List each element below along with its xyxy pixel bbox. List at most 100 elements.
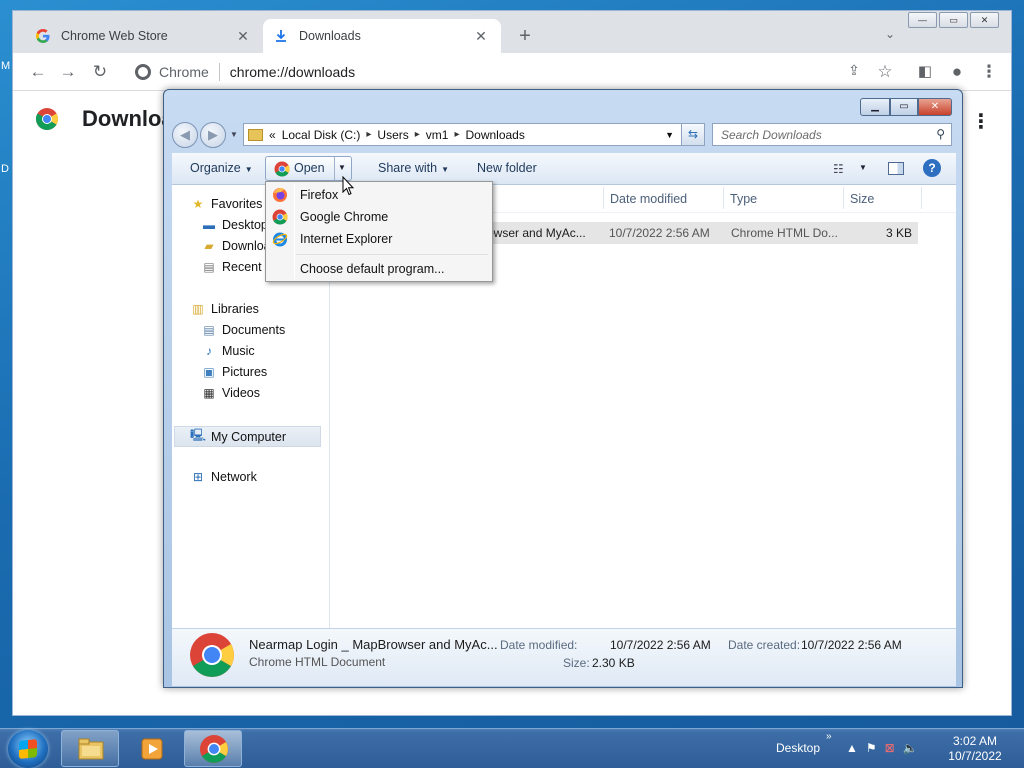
page-menu-icon[interactable]: ⋮ — [971, 109, 991, 134]
nav-desktop[interactable]: ▬ Desktop — [201, 218, 268, 232]
forward-arrow-icon[interactable]: ▶ — [200, 122, 226, 148]
media-player-icon — [141, 738, 163, 760]
minimize-button[interactable]: ▁ — [860, 98, 890, 116]
details-date-created: 10/7/2022 2:56 AM — [801, 638, 902, 652]
new-folder-button[interactable]: New folder — [477, 161, 537, 175]
show-hidden-icons-icon[interactable]: ▲ — [846, 741, 858, 755]
new-folder-label: New folder — [477, 161, 537, 175]
split-divider — [334, 157, 335, 180]
action-center-flag-icon[interactable]: ⚑ — [866, 741, 877, 755]
minimize-button[interactable]: — — [908, 12, 937, 28]
view-dropdown-icon[interactable]: ▼ — [859, 163, 867, 172]
column-divider[interactable] — [843, 187, 844, 209]
breadcrumb-local-disk[interactable]: Local Disk (C:) — [282, 128, 361, 142]
menu-item-choose-default-program[interactable]: Choose default program... — [269, 258, 489, 280]
start-button[interactable] — [8, 730, 48, 768]
column-divider[interactable] — [603, 187, 604, 209]
column-size[interactable]: Size — [850, 192, 874, 206]
chrome-menu-icon[interactable]: ⋮ — [978, 62, 1000, 82]
reload-icon[interactable]: ↻ — [89, 62, 111, 82]
nav-label: Favorites — [211, 197, 263, 211]
breadcrumb-downloads[interactable]: Downloads — [465, 128, 524, 142]
preview-pane-icon[interactable] — [888, 162, 904, 175]
chrome-page-icon — [135, 64, 151, 80]
menu-item-internet-explorer[interactable]: Internet Explorer — [269, 228, 489, 250]
new-tab-button[interactable]: + — [513, 25, 537, 48]
close-window-button[interactable]: ✕ — [918, 98, 952, 116]
details-size: 2.30 KB — [592, 656, 635, 670]
organize-button[interactable]: Organize ▼ — [190, 161, 253, 175]
close-tab-icon[interactable]: ✕ — [235, 28, 251, 45]
view-options-icon[interactable]: ☷ — [833, 162, 844, 176]
open-split-button[interactable]: Open ▼ — [265, 156, 352, 181]
menu-item-label: Firefox — [300, 188, 339, 202]
toolbar-overflow-chevron-icon[interactable]: » — [826, 731, 832, 742]
chrome-logo-icon — [36, 108, 58, 130]
nav-label: Desktop — [222, 218, 268, 232]
address-bar[interactable]: « Local Disk (C:) ▸ Users ▸ vm1 ▸ Downlo… — [243, 123, 705, 146]
menu-item-label: Google Chrome — [300, 210, 389, 224]
open-label: Open — [294, 161, 325, 175]
volume-icon[interactable]: 🔈 — [903, 741, 918, 755]
profile-avatar-icon[interactable]: ● — [946, 62, 968, 82]
desktop-toolbar-label[interactable]: Desktop — [776, 741, 820, 755]
back-arrow-icon[interactable]: ← — [27, 62, 49, 82]
window-controls: — ▭ ✕ — [908, 12, 999, 28]
search-input[interactable]: Search Downloads ⚲ — [712, 123, 952, 146]
nav-videos[interactable]: ▦ Videos — [201, 386, 260, 400]
search-icon[interactable]: ⚲ — [936, 127, 945, 141]
menu-item-google-chrome[interactable]: Google Chrome — [269, 206, 489, 228]
refresh-icon[interactable]: ⇆ — [681, 123, 705, 146]
breadcrumb-chevron-icon[interactable]: ▸ — [366, 129, 371, 140]
libraries-icon: ▥ — [192, 302, 204, 316]
taskbar-chrome-button[interactable] — [184, 730, 242, 767]
music-icon: ♪ — [206, 344, 212, 358]
details-size-label: Size: — [563, 656, 590, 670]
network-icon[interactable]: ⊠ — [885, 741, 895, 755]
breadcrumb-users[interactable]: Users — [377, 128, 408, 142]
nav-my-computer[interactable]: 🖳 My Computer — [174, 426, 322, 447]
share-with-button[interactable]: Share with ▼ — [378, 161, 449, 175]
nav-network[interactable]: ⊞ Network — [190, 470, 257, 484]
close-window-button[interactable]: ✕ — [970, 12, 999, 28]
nav-pictures[interactable]: ▣ Pictures — [201, 365, 267, 379]
folder-icon — [78, 738, 104, 760]
breadcrumb-vm1[interactable]: vm1 — [426, 128, 449, 142]
close-tab-icon[interactable]: ✕ — [473, 28, 489, 45]
taskbar-media-player-button[interactable] — [122, 730, 180, 767]
menu-item-firefox[interactable]: Firefox — [269, 184, 489, 206]
clock[interactable]: 3:02 AM 10/7/2022 — [940, 734, 1010, 764]
breadcrumb-overflow[interactable]: « — [269, 128, 276, 142]
recent-locations-dropdown-icon[interactable]: ▼ — [230, 130, 238, 139]
chrome-icon — [200, 735, 228, 763]
nav-label: My Computer — [211, 429, 287, 444]
nav-documents[interactable]: ▤ Documents — [201, 323, 285, 337]
restore-button[interactable]: ▭ — [939, 12, 968, 28]
omnibox[interactable]: Chrome chrome://downloads — [125, 57, 875, 87]
column-type[interactable]: Type — [730, 192, 757, 206]
tab-search-chevron-icon[interactable]: ⌄ — [885, 27, 895, 41]
open-dropdown-arrow-icon[interactable]: ▼ — [338, 163, 346, 172]
tab-downloads[interactable]: Downloads ✕ — [263, 19, 501, 53]
column-date-modified[interactable]: Date modified — [610, 192, 687, 206]
side-panel-icon[interactable]: ◧ — [914, 62, 936, 80]
bookmark-star-icon[interactable]: ☆ — [874, 62, 896, 82]
breadcrumb-chevron-icon[interactable]: ▸ — [454, 129, 459, 140]
tab-chrome-web-store[interactable]: Chrome Web Store ✕ — [25, 19, 263, 53]
taskbar-explorer-button[interactable] — [61, 730, 119, 767]
forward-arrow-icon[interactable]: → — [57, 62, 79, 82]
nav-music[interactable]: ♪ Music — [201, 344, 255, 358]
omnibox-url[interactable]: chrome://downloads — [230, 64, 355, 80]
help-icon[interactable]: ? — [923, 159, 941, 177]
column-divider[interactable] — [723, 187, 724, 209]
back-arrow-icon[interactable]: ◀ — [172, 122, 198, 148]
share-icon[interactable]: ⇪ — [843, 62, 865, 79]
chrome-html-document-icon — [190, 633, 234, 677]
column-divider[interactable] — [921, 187, 922, 209]
breadcrumb-chevron-icon[interactable]: ▸ — [415, 129, 420, 140]
nav-favorites[interactable]: ★ Favorites — [190, 197, 263, 211]
maximize-button[interactable]: ▭ — [890, 98, 918, 116]
pictures-icon: ▣ — [203, 365, 215, 379]
address-dropdown-icon[interactable]: ▼ — [665, 130, 674, 140]
nav-libraries[interactable]: ▥ Libraries — [190, 302, 259, 316]
